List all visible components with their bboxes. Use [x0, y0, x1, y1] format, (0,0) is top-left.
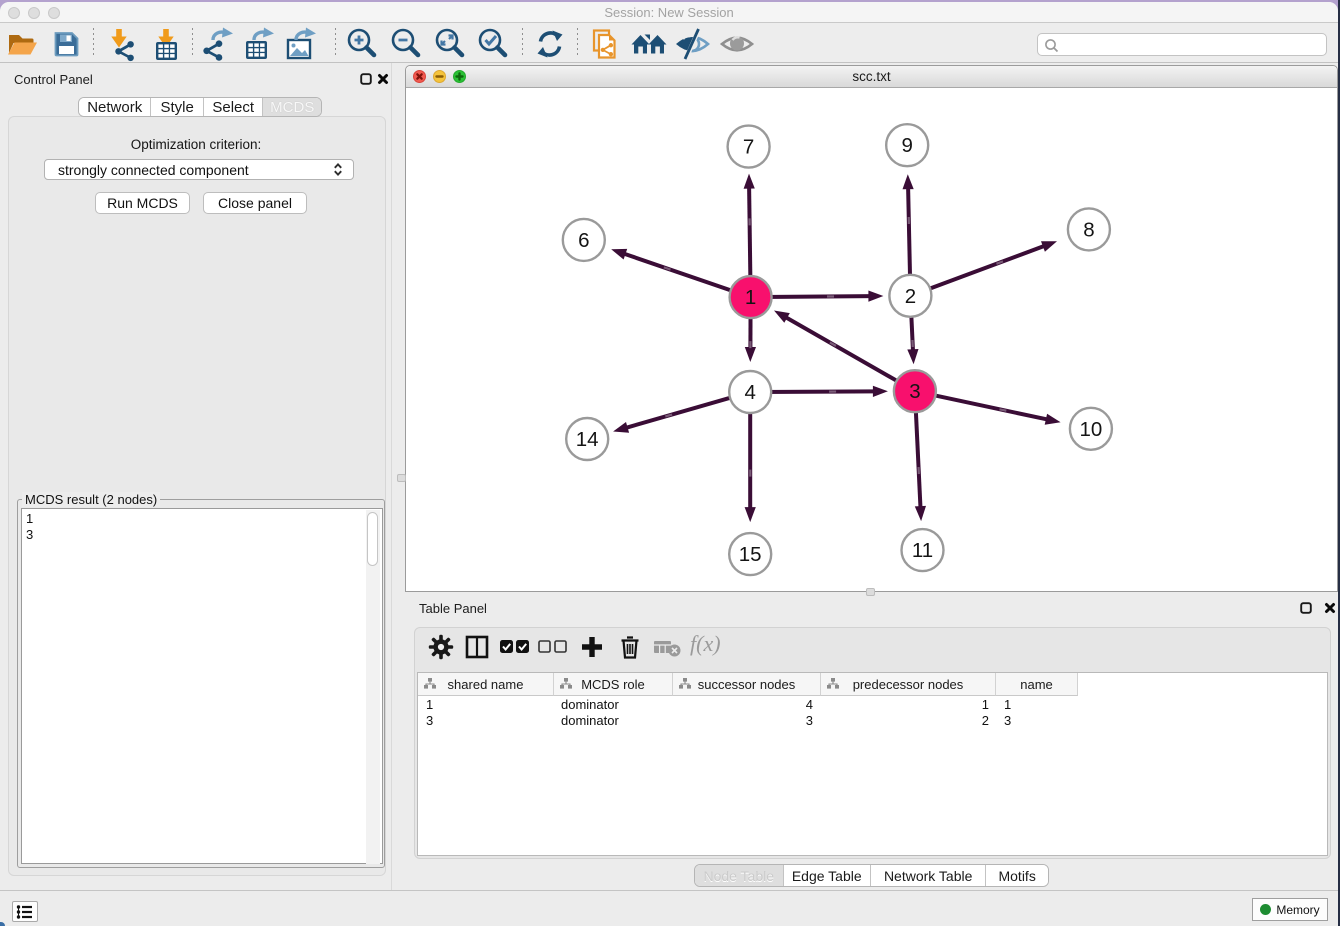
- svg-text:15: 15: [739, 543, 762, 566]
- svg-text:4: 4: [744, 381, 755, 404]
- svg-text:14: 14: [576, 428, 599, 451]
- svg-text:1: 1: [745, 286, 756, 309]
- svg-text:8: 8: [1083, 218, 1094, 241]
- svg-text:2: 2: [905, 285, 916, 308]
- svg-text:9: 9: [901, 134, 912, 157]
- svg-text:11: 11: [912, 539, 933, 562]
- svg-text:3: 3: [909, 380, 920, 403]
- svg-text:7: 7: [743, 136, 754, 159]
- svg-text:10: 10: [1079, 418, 1102, 441]
- svg-text:6: 6: [578, 229, 589, 252]
